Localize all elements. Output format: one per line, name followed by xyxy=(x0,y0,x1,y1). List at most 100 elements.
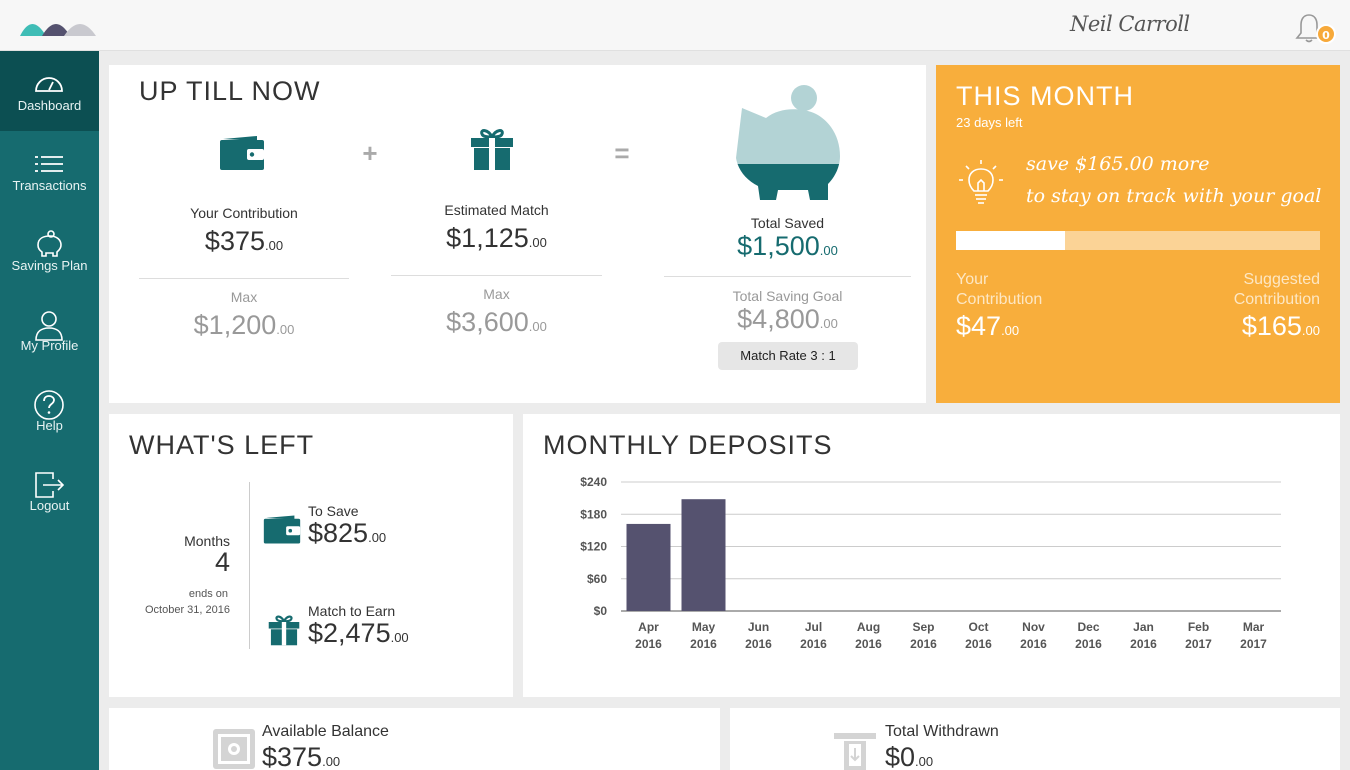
your-contribution-value: $47.00 xyxy=(956,311,1020,341)
goal-message-line2: to stay on track with your goal xyxy=(1026,185,1322,207)
x-tick-label: Feb xyxy=(1188,620,1209,634)
x-tick-label: 2017 xyxy=(1185,637,1212,651)
this-month-title: THIS MONTH xyxy=(956,81,1134,111)
x-tick-label: 2016 xyxy=(855,637,882,651)
y-tick-label: $180 xyxy=(580,507,607,521)
x-tick-label: Apr xyxy=(638,620,659,634)
x-tick-label: Sep xyxy=(912,620,934,634)
ends-on-label: ends on xyxy=(188,588,228,600)
sidebar-item-label: Dashboard xyxy=(17,98,82,113)
x-tick-label: Mar xyxy=(1243,620,1265,634)
sidebar-item-label: Savings Plan xyxy=(11,258,88,273)
goal-message-line1: save $165.00 more xyxy=(1026,153,1210,175)
x-tick-label: 2016 xyxy=(635,637,662,651)
monthly-deposits-chart: $0 $60 $120 $180 $240 Apr 2016 May 2016 Jun 2016 Ju… xyxy=(580,475,1281,651)
sidebar-item-label: Transactions xyxy=(12,178,87,193)
x-tick-label: Aug xyxy=(857,620,880,634)
sidebar-item-transactions[interactable]: Transactions xyxy=(0,131,99,211)
match-value: $1,125.00 xyxy=(446,223,547,253)
piggy-bank-icon xyxy=(37,230,62,257)
divider xyxy=(249,482,250,649)
sidebar-item-savings-plan[interactable]: Savings Plan xyxy=(0,211,99,291)
x-tick-label: 2016 xyxy=(1020,637,1047,651)
to-save-label: To Save xyxy=(308,503,359,519)
match-rate-badge: Match Rate 3 : 1 xyxy=(718,342,858,370)
total-withdrawn-label: Total Withdrawn xyxy=(885,723,999,740)
total-saved-value: $1,500.00 xyxy=(737,231,838,261)
x-tick-label: Jun xyxy=(748,620,769,634)
sidebar-item-dashboard[interactable]: Dashboard xyxy=(0,51,99,131)
suggested-contribution-value: $165.00 xyxy=(1241,311,1320,341)
contribution-max-label: Max xyxy=(230,289,258,305)
ends-on-date: October 31, 2016 xyxy=(144,604,230,616)
contribution-max-value: $1,200.00 xyxy=(193,310,295,340)
x-tick-label: Jan xyxy=(1133,620,1154,634)
contribution-value: $375.00 xyxy=(204,226,284,256)
notification-badge: 0 xyxy=(1316,24,1336,44)
gift-icon xyxy=(268,615,300,646)
match-to-earn-label: Match to Earn xyxy=(308,603,396,619)
match-max-label: Max xyxy=(483,286,510,302)
logout-icon xyxy=(35,472,65,498)
match-to-earn-value: $2,475.00 xyxy=(308,618,409,648)
chart-bar xyxy=(626,523,671,611)
y-tick-label: $0 xyxy=(594,604,608,618)
sidebar-item-my-profile[interactable]: My Profile xyxy=(0,291,99,371)
months-value: 4 xyxy=(214,547,230,577)
available-balance-card xyxy=(109,708,720,770)
x-tick-label: 2016 xyxy=(745,637,772,651)
total-withdrawn-card xyxy=(730,708,1340,770)
y-tick-label: $60 xyxy=(587,572,607,586)
days-left-text: 23 days left xyxy=(956,115,1023,130)
y-tick-label: $120 xyxy=(580,540,607,554)
saving-goal-label: Total Saving Goal xyxy=(732,288,843,304)
list-icon xyxy=(35,156,63,172)
progress-fill xyxy=(956,231,1066,250)
x-tick-label: May xyxy=(692,620,716,634)
app-logo[interactable] xyxy=(20,12,100,38)
sidebar: Dashboard Transactions Savings Plan My P… xyxy=(0,51,99,770)
contribution-label: Your Contribution xyxy=(190,205,298,221)
sidebar-item-label: Help xyxy=(36,418,63,433)
this-month-card: THIS MONTH 23 days left save $165.00 mor… xyxy=(936,65,1340,403)
top-bar: Neil Carroll 0 xyxy=(0,0,1350,51)
sidebar-item-help[interactable]: Help xyxy=(0,371,99,451)
total-withdrawn-value: $0.00 xyxy=(885,742,934,770)
safe-icon xyxy=(213,729,255,769)
x-tick-label: 2016 xyxy=(1130,637,1157,651)
chart-bar xyxy=(681,499,726,611)
atm-withdraw-icon xyxy=(834,733,876,770)
match-label: Estimated Match xyxy=(444,202,549,218)
whats-left-title: WHAT'S LEFT xyxy=(129,430,315,460)
x-tick-label: Nov xyxy=(1022,620,1045,634)
user-name[interactable]: Neil Carroll xyxy=(1070,12,1190,36)
monthly-progress-bar xyxy=(956,231,1320,250)
x-tick-label: 2016 xyxy=(690,637,717,651)
suggested-contribution-label: Suggested Contribution xyxy=(1233,271,1320,308)
y-tick-label: $240 xyxy=(580,475,607,489)
up-till-now-title: UP TILL NOW xyxy=(139,76,321,106)
to-save-value: $825.00 xyxy=(308,518,387,548)
available-balance-label: Available Balance xyxy=(262,723,389,740)
x-tick-label: 2016 xyxy=(910,637,937,651)
total-saved-label: Total Saved xyxy=(750,215,825,231)
match-max-value: $3,600.00 xyxy=(446,307,547,337)
sidebar-item-logout[interactable]: Logout xyxy=(0,451,99,531)
wallet-icon xyxy=(263,515,301,544)
wallet-icon xyxy=(220,136,264,170)
divider xyxy=(139,278,349,279)
x-tick-label: 2016 xyxy=(965,637,992,651)
help-icon xyxy=(34,390,64,420)
x-tick-label: Oct xyxy=(968,620,988,634)
lightbulb-icon xyxy=(959,160,1003,204)
user-icon xyxy=(35,311,63,341)
x-tick-label: Jul xyxy=(805,620,822,634)
divider xyxy=(664,276,911,277)
x-tick-label: Dec xyxy=(1077,620,1099,634)
x-tick-label: 2017 xyxy=(1240,637,1267,651)
x-tick-label: 2016 xyxy=(800,637,827,651)
plus-sign: + xyxy=(362,138,378,168)
divider xyxy=(391,275,602,276)
saving-goal-value: $4,800.00 xyxy=(737,304,838,334)
sidebar-item-label: My Profile xyxy=(20,338,79,353)
